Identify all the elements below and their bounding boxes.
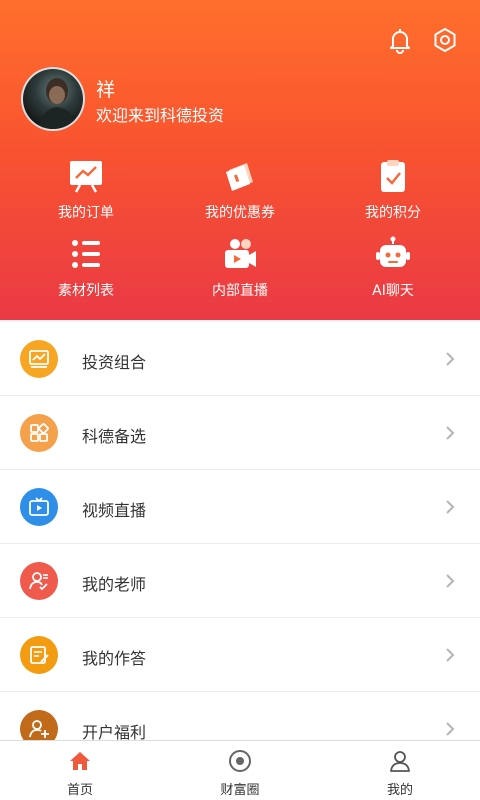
chevron-right-icon (446, 500, 455, 514)
chevron-right-icon (446, 648, 455, 662)
video-camera-icon (225, 239, 256, 268)
home-icon (70, 752, 90, 770)
menu-label: 视频直播 (82, 501, 147, 520)
grid-icon (20, 414, 58, 452)
menu-item-video-live[interactable]: 视频直播 (0, 470, 480, 544)
chevron-right-icon (446, 426, 455, 440)
menu-item-teachers[interactable]: 我的老师 (0, 544, 480, 618)
bell-icon[interactable] (386, 26, 414, 54)
user-name: 祥 (96, 79, 116, 101)
menu-item-watchlist[interactable]: 科德备选 (0, 396, 480, 470)
quick-link-label: 我的积分 (365, 205, 421, 221)
quick-link-coupons[interactable]: 我的优惠券 (170, 158, 310, 222)
avatar[interactable] (21, 67, 85, 131)
chevron-right-icon (446, 574, 455, 588)
tv-play-icon (20, 488, 58, 526)
quick-link-label: AI聊天 (372, 283, 414, 299)
points-clipboard-icon (381, 160, 405, 192)
avatar-image (37, 78, 79, 129)
quick-link-points[interactable]: 我的积分 (323, 158, 463, 222)
tab-mine[interactable]: 我的 (320, 741, 480, 800)
teacher-icon (20, 562, 58, 600)
chevron-right-icon (446, 352, 455, 366)
portfolio-icon (20, 340, 58, 378)
menu-list: 投资组合 科德备选 视频直播 我的老师 我的作答 开户福利 (0, 322, 480, 766)
quick-link-ai-chat[interactable]: AI聊天 (323, 236, 463, 300)
tab-home[interactable]: 首页 (0, 741, 160, 800)
quick-link-label: 我的订单 (58, 205, 114, 221)
list-icon (72, 240, 100, 268)
user-icon (390, 751, 410, 772)
quick-link-label: 内部直播 (212, 283, 268, 299)
coupon-ticket-icon (226, 163, 253, 191)
quick-link-label: 素材列表 (58, 283, 114, 299)
menu-label: 我的老师 (82, 575, 147, 594)
robot-icon (376, 236, 410, 267)
quick-link-materials[interactable]: 素材列表 (16, 236, 156, 300)
menu-item-answers[interactable]: 我的作答 (0, 618, 480, 692)
profile-header: 祥 欢迎来到科德投资 我的订单 我的优惠券 我的积分 素材列表 内部直播 AI聊… (0, 0, 480, 320)
tab-label: 首页 (66, 783, 93, 798)
tab-label: 财富圈 (220, 783, 260, 798)
answer-icon (20, 636, 58, 674)
menu-item-portfolio[interactable]: 投资组合 (0, 322, 480, 396)
tab-label: 我的 (386, 783, 413, 798)
welcome-text: 欢迎来到科德投资 (96, 106, 225, 125)
bottom-tab-bar: 首页 财富圈 我的 (0, 740, 480, 800)
quick-link-live[interactable]: 内部直播 (170, 236, 310, 300)
order-chart-icon (70, 161, 102, 193)
circle-icon (229, 750, 251, 772)
menu-label: 科德备选 (82, 427, 147, 446)
quick-link-orders[interactable]: 我的订单 (16, 158, 156, 222)
settings-icon[interactable] (431, 26, 459, 54)
quick-link-label: 我的优惠券 (205, 205, 275, 221)
menu-label: 我的作答 (82, 649, 147, 668)
tab-wealth-circle[interactable]: 财富圈 (160, 741, 320, 800)
chevron-right-icon (446, 722, 455, 736)
menu-label: 投资组合 (82, 353, 147, 372)
